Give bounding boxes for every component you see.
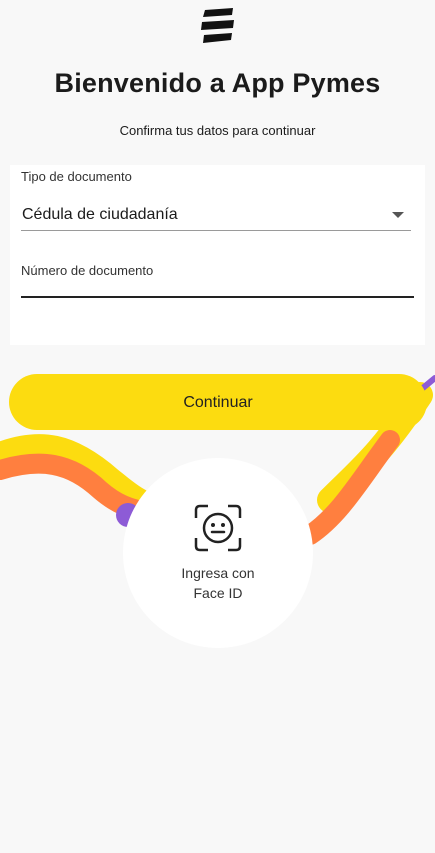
face-id-line2: Face ID (193, 585, 243, 601)
face-id-line1: Ingresa con (181, 565, 255, 581)
page-title: Bienvenido a App Pymes (54, 68, 381, 98)
doc-type-value: Cédula de ciudadanía (22, 206, 178, 223)
select-underline (21, 230, 411, 231)
doc-type-select[interactable]: Cédula de ciudadanía (10, 195, 425, 235)
face-id-label: Ingresa con Face ID (123, 563, 313, 603)
doc-number-input[interactable] (21, 277, 414, 295)
face-id-button[interactable]: Ingresa con Face ID (123, 458, 313, 648)
document-form: Tipo de documento Cédula de ciudadanía N… (10, 165, 425, 345)
app-logo-icon (201, 8, 234, 43)
continue-button[interactable]: Continuar (9, 374, 427, 430)
caret-down-icon (392, 212, 404, 218)
doc-number-label: Número de documento (21, 263, 154, 278)
face-scan-icon (194, 504, 242, 552)
doc-type-label: Tipo de documento (21, 169, 132, 184)
page-subtitle: Confirma tus datos para continuar (119, 123, 316, 138)
input-underline (21, 296, 414, 298)
